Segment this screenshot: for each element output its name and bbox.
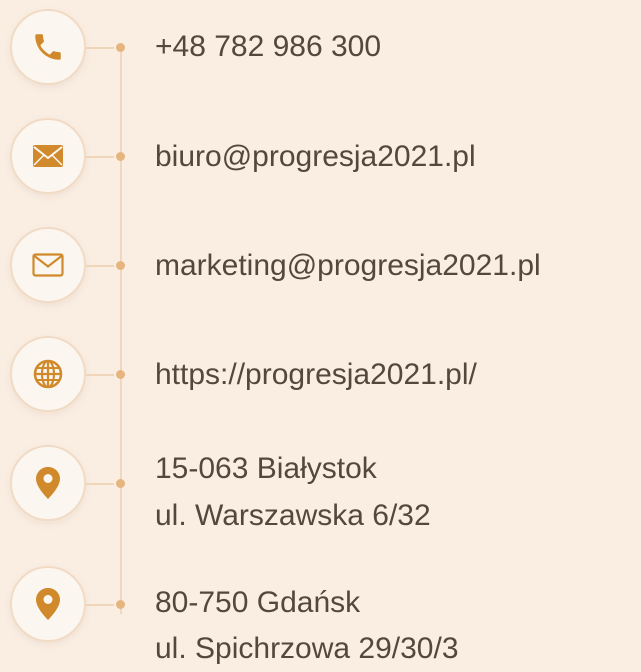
location-pin-icon bbox=[36, 588, 60, 620]
connector-line bbox=[86, 265, 114, 267]
timeline-dot bbox=[116, 43, 125, 52]
contact-icon-circle bbox=[10, 227, 86, 303]
timeline-dot bbox=[116, 261, 125, 270]
email-office[interactable]: biuro@progresja2021.pl bbox=[155, 136, 476, 178]
timeline-line bbox=[120, 44, 122, 614]
connector-line bbox=[86, 374, 114, 376]
email-marketing[interactable]: marketing@progresja2021.pl bbox=[155, 245, 541, 287]
connector-line bbox=[86, 604, 114, 606]
timeline-dot bbox=[116, 152, 125, 161]
connector-line bbox=[86, 47, 114, 49]
email-office-text: biuro@progresja2021.pl bbox=[155, 140, 476, 173]
globe-icon bbox=[33, 359, 63, 389]
connector-line bbox=[86, 156, 114, 158]
contact-icon-circle bbox=[10, 9, 86, 85]
address-city: 15-063 Białystok bbox=[155, 452, 377, 485]
address-street: ul. Spichrzowa 29/30/3 bbox=[155, 632, 459, 665]
contact-icon-circle bbox=[10, 336, 86, 412]
contact-icon-circle bbox=[10, 118, 86, 194]
address-street: ul. Warszawska 6/32 bbox=[155, 499, 431, 532]
envelope-outline-icon bbox=[32, 253, 64, 277]
email-marketing-text: marketing@progresja2021.pl bbox=[155, 249, 541, 282]
timeline-dot bbox=[116, 370, 125, 379]
envelope-filled-icon bbox=[33, 145, 63, 167]
location-pin-icon bbox=[36, 467, 60, 499]
contact-icon-circle bbox=[10, 445, 86, 521]
phone-number[interactable]: +48 782 986 300 bbox=[155, 26, 381, 68]
contact-list: +48 782 986 300 biuro@progresja2021.pl m… bbox=[0, 0, 641, 672]
connector-line bbox=[86, 483, 114, 485]
phone-number-text: +48 782 986 300 bbox=[155, 30, 382, 63]
address-city: 80-750 Gdańsk bbox=[155, 586, 361, 619]
contact-icon-circle bbox=[10, 566, 86, 642]
address-bialystok: 15-063 Białystok ul. Warszawska 6/32 bbox=[155, 448, 431, 537]
timeline-dot bbox=[116, 479, 125, 488]
timeline-dot bbox=[116, 600, 125, 609]
website-link-text: https://progresja2021.pl/ bbox=[155, 358, 477, 391]
phone-icon bbox=[35, 34, 61, 60]
website-link[interactable]: https://progresja2021.pl/ bbox=[155, 354, 477, 396]
address-gdansk: 80-750 Gdańsk ul. Spichrzowa 29/30/3 bbox=[155, 582, 459, 670]
